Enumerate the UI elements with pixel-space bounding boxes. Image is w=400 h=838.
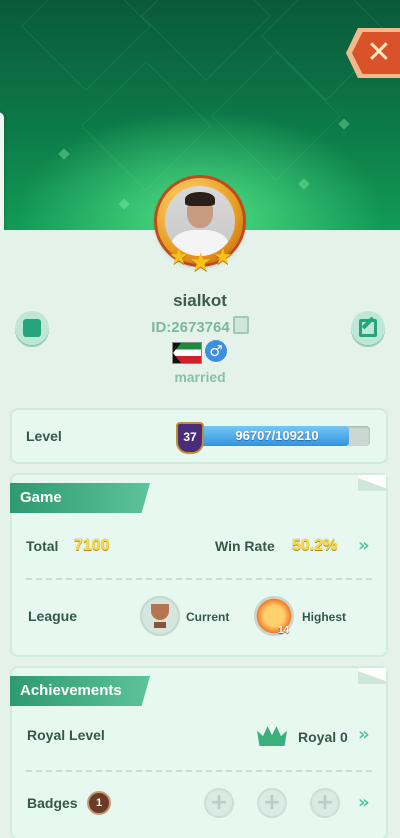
- kuwait-flag-icon: [172, 342, 202, 364]
- total-value: 7100: [74, 537, 110, 554]
- level-label: Level: [26, 428, 62, 444]
- level-progress-bar: 96707/109210: [184, 426, 370, 446]
- badges-chevron-icon[interactable]: »: [358, 793, 370, 813]
- avatar-hair: [185, 192, 215, 206]
- divider: [26, 578, 372, 580]
- current-league-label: Current: [186, 610, 230, 624]
- background-pattern: [140, 0, 272, 82]
- background-pattern: [80, 60, 212, 192]
- sparkle: [338, 118, 350, 130]
- add-badge-slot[interactable]: +: [257, 788, 287, 818]
- royal-level-label: Royal Level: [27, 727, 105, 743]
- win-rate-label: Win Rate: [215, 538, 275, 554]
- badges-count-badge: 1: [87, 791, 111, 815]
- game-card: Game Total 7100 Win Rate 50.2% » League …: [10, 475, 386, 655]
- achievements-card: Achievements Royal Level Royal 0 » Badge…: [10, 668, 386, 838]
- badges-label: Badges: [27, 795, 78, 811]
- user-id: ID:2673764: [0, 316, 400, 338]
- user-id-text: ID:2673764: [151, 319, 230, 336]
- sparkle: [58, 148, 70, 160]
- copy-icon[interactable]: [232, 316, 249, 334]
- royal-level-chevron-icon[interactable]: »: [358, 725, 370, 745]
- level-card: Level 96707/109210 37: [12, 410, 386, 462]
- achievements-section-title: Achievements: [10, 676, 150, 706]
- current-league-trophy-icon[interactable]: [140, 596, 180, 636]
- highest-league-badge-number: 14: [278, 625, 290, 636]
- star-icon: ★: [213, 244, 233, 269]
- close-icon: ✕: [366, 35, 392, 70]
- male-gender-icon: ♂: [205, 340, 227, 362]
- league-label: League: [28, 608, 78, 624]
- add-badge-slot[interactable]: +: [204, 788, 234, 818]
- total-label: Total: [26, 538, 59, 554]
- win-rate-value: 50.2%: [292, 537, 338, 554]
- level-progress-text: 96707/109210: [235, 428, 319, 443]
- marital-status: married: [174, 369, 226, 385]
- star-icon: ★: [189, 247, 213, 277]
- royal-level-value: Royal 0: [298, 729, 348, 745]
- star-icon: ★: [169, 244, 189, 269]
- page-fold: [358, 668, 386, 684]
- highest-league-label: Highest: [302, 610, 347, 624]
- add-badge-slot[interactable]: +: [310, 788, 340, 818]
- sparkle: [118, 198, 130, 210]
- divider: [26, 770, 372, 772]
- game-stats-chevron-icon[interactable]: »: [358, 536, 370, 556]
- page-fold: [358, 475, 386, 491]
- username: sialkot: [173, 291, 227, 310]
- game-section-title: Game: [10, 483, 150, 513]
- level-shield-icon: 37: [176, 422, 204, 454]
- sparkle: [298, 178, 310, 190]
- royal-crown-icon: [257, 726, 287, 746]
